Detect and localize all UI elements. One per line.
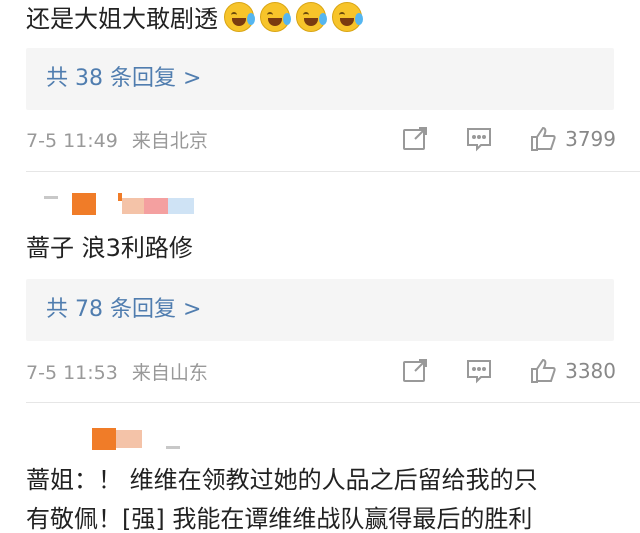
- masked-username: [122, 198, 144, 214]
- timestamp: 7-5 11:53: [26, 362, 118, 384]
- masked-username: [168, 198, 194, 214]
- share-icon[interactable]: [401, 126, 429, 152]
- comment-text: 蔷子 浪3利路修: [26, 234, 193, 262]
- masked-avatar: [92, 428, 116, 450]
- like-icon[interactable]: [529, 358, 557, 384]
- divider: [26, 402, 640, 403]
- comment-text-content: 还是大姐大敢剧透: [26, 5, 218, 33]
- masked-avatar: [72, 193, 96, 215]
- divider: [26, 171, 640, 172]
- crying-laughing-icon: [260, 2, 291, 32]
- like-count: 3380: [565, 359, 616, 383]
- masked-username: [144, 198, 168, 214]
- view-replies-link[interactable]: 共 78 条回复 >: [46, 295, 201, 325]
- like-icon[interactable]: [529, 126, 557, 152]
- crying-laughing-icon: [332, 2, 363, 32]
- location: 来自山东: [131, 362, 208, 384]
- masked-username: [44, 196, 58, 199]
- crying-laughing-icon: [296, 2, 327, 32]
- comment-text: 还是大姐大敢剧透: [26, 2, 363, 35]
- comment-icon[interactable]: [465, 126, 493, 152]
- location: 来自北京: [131, 130, 208, 152]
- share-icon[interactable]: [401, 358, 429, 384]
- comment-actions: 3799: [365, 126, 616, 152]
- comment-icon[interactable]: [465, 358, 493, 384]
- comment-text-line-1: 蔷姐：！ 维维在领教过她的人品之后留给我的只: [26, 466, 538, 494]
- reply-box[interactable]: 共 38 条回复 >: [26, 48, 614, 110]
- timestamp: 7-5 11:49: [26, 130, 118, 152]
- reply-box[interactable]: 共 78 条回复 >: [26, 279, 614, 341]
- crying-laughing-icon: [224, 2, 255, 32]
- comment-text-line-2: 有敬佩！[强] 我能在谭维维战队赢得最后的胜利: [26, 505, 533, 533]
- comment-meta: 7-5 11:49 来自北京: [26, 128, 208, 154]
- comment-meta: 7-5 11:53 来自山东: [26, 360, 208, 386]
- like-count: 3799: [565, 127, 616, 151]
- comment-actions: 3380: [365, 358, 616, 384]
- view-replies-link[interactable]: 共 38 条回复 >: [46, 64, 201, 94]
- masked-username: [116, 430, 142, 448]
- masked-username: [166, 446, 180, 449]
